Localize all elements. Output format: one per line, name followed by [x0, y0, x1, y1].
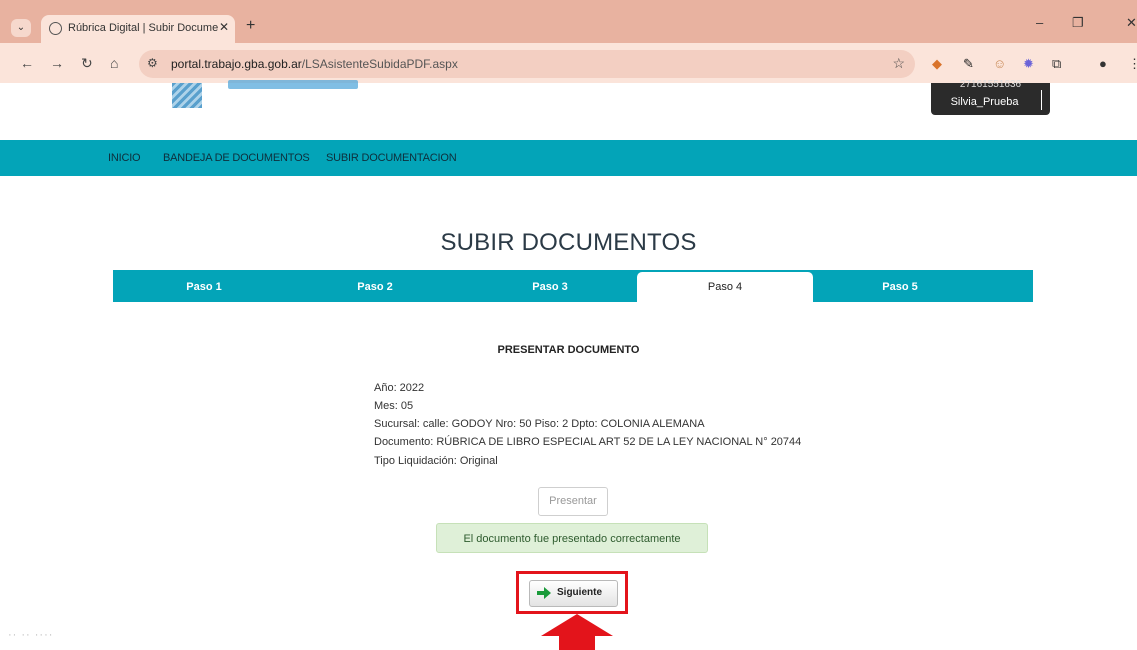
home-icon[interactable]: ⌂: [110, 55, 118, 71]
info-mes: Mes: 05: [374, 400, 414, 412]
nav-item-subir[interactable]: SUBIR DOCUMENTACION: [326, 152, 457, 164]
nav-item-inicio[interactable]: INICIO: [108, 152, 141, 164]
new-tab-button[interactable]: +: [246, 17, 255, 35]
user-info: 27161551636 Silvia_Prueba: [931, 79, 1050, 115]
browser-tab[interactable]: Rúbrica Digital | Subir Documen ✕: [41, 15, 235, 43]
info-anio: Año: 2022: [374, 382, 425, 394]
success-alert: El documento fue presentado correctament…: [436, 523, 708, 553]
tab-search-icon[interactable]: ⌄: [11, 19, 31, 37]
divider: [1041, 90, 1042, 110]
step-3: Paso 3: [532, 281, 568, 293]
info-tipo-liquidacion: Tipo Liquidación: Original: [374, 455, 498, 467]
presentar-button[interactable]: Presentar: [538, 487, 608, 516]
face-extension-icon[interactable]: ☺: [993, 56, 1006, 71]
profile-icon[interactable]: ●: [1099, 56, 1107, 71]
back-icon[interactable]: ←: [20, 55, 34, 71]
step-2: Paso 2: [357, 281, 393, 293]
page-title: SUBIR DOCUMENTOS: [440, 229, 697, 256]
address-bar[interactable]: ⚙ portal.trabajo.gba.gob.ar/LSAsistenteS…: [139, 50, 915, 78]
url-path: /LSAsistenteSubidaPDF.aspx: [301, 57, 458, 71]
arrow-right-icon: [537, 587, 551, 599]
step-4-active: Paso 4: [637, 272, 813, 302]
user-id: 27161551636: [959, 79, 1022, 87]
nav-item-bandeja[interactable]: BANDEJA DE DOCUMENTOS: [163, 152, 310, 164]
restore-icon[interactable]: ❐: [1072, 15, 1084, 31]
tab-close-icon[interactable]: ✕: [219, 20, 229, 34]
menu-icon[interactable]: ⋮: [1128, 56, 1137, 72]
section-title: PRESENTAR DOCUMENTO: [497, 344, 640, 356]
browser-tabbar: ⌄ Rúbrica Digital | Subir Documen ✕ + – …: [0, 0, 1137, 43]
logo-text: [228, 80, 358, 89]
user-name: Silvia_Prueba: [950, 96, 1019, 108]
info-sucursal: Sucursal: calle: GODOY Nro: 50 Piso: 2 D…: [374, 418, 705, 430]
extensions-icon[interactable]: ⧉: [1052, 56, 1061, 72]
step-5: Paso 5: [882, 281, 918, 293]
tab-title: Rúbrica Digital | Subir Documen: [68, 22, 218, 34]
metamask-extension-icon[interactable]: ◆: [932, 56, 942, 72]
info-documento: Documento: RÚBRICA DE LIBRO ESPECIAL ART…: [374, 436, 802, 448]
step-1: Paso 1: [186, 281, 222, 293]
forward-icon[interactable]: →: [50, 55, 64, 71]
provincia-logo: [172, 83, 202, 108]
reload-icon[interactable]: ↻: [81, 55, 93, 72]
red-arrow-pointer-icon: [541, 614, 613, 650]
window-close-icon[interactable]: ✕: [1126, 15, 1137, 31]
url-host: portal.trabajo.gba.gob.ar: [171, 57, 302, 71]
bookmark-star-icon[interactable]: ☆: [892, 55, 905, 72]
footer-text: ·· ·· ····: [8, 629, 54, 641]
wizard-steps: Paso 1 Paso 2 Paso 3 Paso 4 Paso 5: [113, 270, 1033, 302]
minimize-icon[interactable]: –: [1036, 15, 1043, 30]
site-settings-icon[interactable]: ⚙: [147, 56, 158, 70]
globe-icon: [49, 22, 62, 35]
pen-extension-icon[interactable]: ✎: [963, 56, 974, 72]
main-nav: INICIO BANDEJA DE DOCUMENTOS SUBIR DOCUM…: [0, 140, 1137, 176]
gear-extension-icon[interactable]: ✹: [1023, 56, 1034, 72]
siguiente-button[interactable]: Siguiente: [529, 580, 618, 607]
url-text: portal.trabajo.gba.gob.ar/LSAsistenteSub…: [171, 57, 458, 71]
siguiente-label: Siguiente: [557, 587, 603, 598]
